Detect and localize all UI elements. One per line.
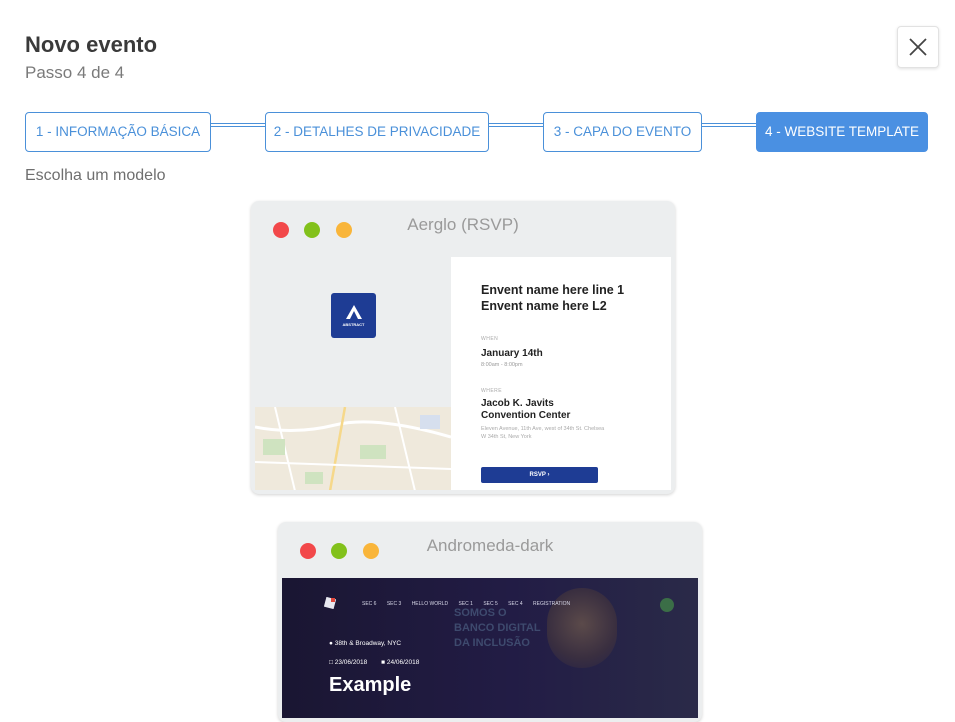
- headline-line2: BANCO DIGITAL: [454, 622, 541, 634]
- template-name: Andromeda-dark: [426, 536, 554, 555]
- template-card-andromeda-dark[interactable]: Andromeda-dark SEC 6 SEC 3 HELLO WORLD S…: [278, 522, 702, 722]
- template-name: Aerglo (RSVP): [407, 215, 519, 234]
- template-preview: SEC 6 SEC 3 HELLO WORLD SEC 1 SEC 5 SEC …: [282, 578, 698, 718]
- step-connector: [210, 123, 266, 127]
- step-privacy-details[interactable]: 2 - Detalhes de privacidade: [265, 112, 489, 152]
- abstract-logo: ABSTRACT: [331, 293, 376, 338]
- start-date: 23/06/2018: [334, 659, 368, 666]
- headline-line3: DA INCLUSÃO: [454, 637, 530, 649]
- location-pin-icon: ●: [329, 640, 333, 647]
- calendar-icon: ■: [381, 659, 386, 666]
- venue-line2: Convention Center: [481, 410, 571, 421]
- venue-line1: Jacob K. Javits: [481, 398, 554, 409]
- where-label: WHERE: [481, 388, 503, 394]
- event-time: 8:00am - 8:00pm: [481, 362, 523, 368]
- step-website-template[interactable]: 4 - Website template: [756, 112, 928, 152]
- event-location: ● 38th & Broadway, NYC: [329, 640, 401, 647]
- headline-line1: SOMOS O: [454, 607, 507, 619]
- event-name-line2: Envent name here L2: [481, 299, 607, 313]
- hero-headline: SOMOS O BANCO DIGITAL DA INCLUSÃO: [454, 606, 541, 651]
- calendar-icon: □: [329, 659, 333, 666]
- event-name-line1: Envent name here line 1: [481, 283, 625, 297]
- nav-item: HELLO WORLD: [411, 601, 449, 607]
- logo-icon: [345, 305, 362, 319]
- event-date: January 14th: [481, 348, 543, 359]
- map-thumbnail: [255, 407, 451, 490]
- rsvp-button-preview: RSVP ›: [481, 467, 598, 483]
- hero-photo: [547, 588, 617, 668]
- address-line2: W 34th St, New York: [481, 434, 532, 440]
- wizard-stepper: 1 - Informação básica 2 - Detalhes de pr…: [0, 0, 955, 160]
- address-line1: Eleven Avenue, 11th Ave, west of 34th St…: [481, 426, 605, 432]
- step-connector: [488, 123, 544, 127]
- window-title-bar: Andromeda-dark: [278, 522, 702, 577]
- map-image: [255, 407, 451, 490]
- window-title-bar: Aerglo (RSVP): [251, 201, 675, 256]
- logo-text: ABSTRACT: [342, 322, 365, 327]
- step-basic-info[interactable]: 1 - Informação básica: [25, 112, 211, 152]
- preview-left-panel: ABSTRACT: [255, 257, 451, 490]
- step-event-cover[interactable]: 3 - Capa do evento: [543, 112, 702, 152]
- preview-event-details: Envent name here line 1 Envent name here…: [481, 282, 661, 441]
- template-card-aerglo[interactable]: Aerglo (RSVP) ABSTRACT Envent name here …: [251, 201, 675, 494]
- nav-item: SEC 3: [386, 601, 402, 607]
- site-logo-icon: [324, 597, 336, 609]
- nav-item: SEC 6: [362, 601, 377, 607]
- step-connector: [701, 123, 757, 127]
- end-date: 24/06/2018: [386, 659, 420, 666]
- template-preview: ABSTRACT Envent name here line 1 Envent …: [255, 257, 671, 490]
- choose-template-hint: Escolha um modelo: [25, 167, 166, 184]
- event-dates: □ 23/06/2018 ■ 24/06/2018: [329, 659, 419, 666]
- location-text: 38th & Broadway, NYC: [334, 640, 402, 647]
- globe-icon: [660, 598, 674, 612]
- when-label: WHEN: [481, 336, 499, 342]
